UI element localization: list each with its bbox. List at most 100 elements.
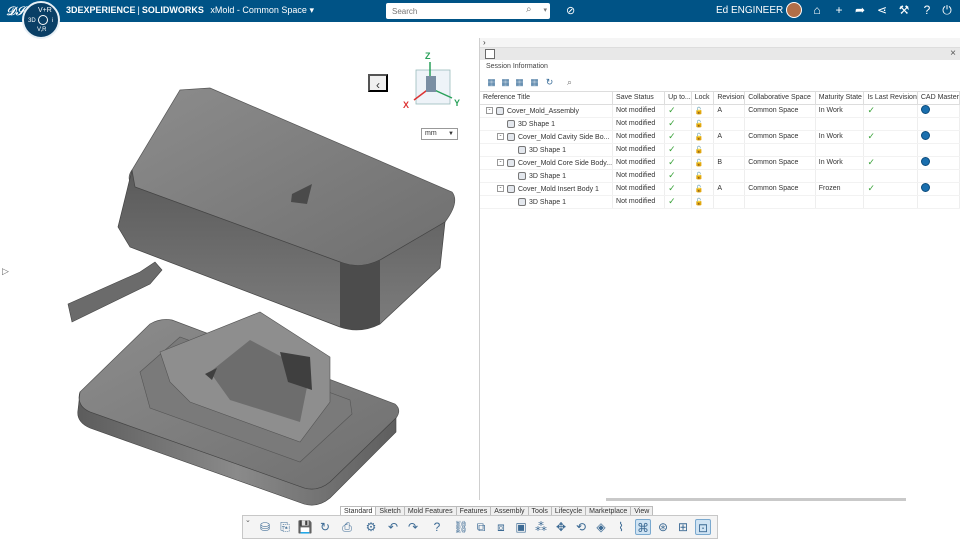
- search-icon[interactable]: ⌕: [526, 5, 536, 15]
- tree-toggle[interactable]: -: [486, 107, 493, 114]
- col-save-status[interactable]: Save Status: [612, 92, 666, 105]
- close-icon[interactable]: ×: [950, 48, 956, 59]
- col-lock[interactable]: Lock: [691, 92, 715, 105]
- search-dropdown-icon[interactable]: ▾: [543, 6, 547, 14]
- cell-is-last-revision: [863, 195, 918, 209]
- rotate-icon[interactable]: ⟲: [573, 519, 589, 535]
- collapse-panel-button[interactable]: ‹: [368, 74, 388, 92]
- undo-icon[interactable]: ↶: [385, 519, 401, 535]
- power-icon[interactable]: ⏻: [940, 3, 954, 17]
- bookmark-icon[interactable]: ⌂: [810, 3, 824, 17]
- app-title[interactable]: 3DEXPERIENCE | SOLIDWORKS xMold - Common S…: [66, 5, 314, 16]
- search-icon[interactable]: ⌕: [564, 77, 575, 88]
- table-row[interactable]: 3D Shape 1 Not modified ✓ 🔓: [480, 195, 960, 209]
- insert-component-icon[interactable]: ⧈: [493, 519, 509, 535]
- table-row[interactable]: 3D Shape 1 Not modified ✓ 🔓: [480, 143, 960, 157]
- assembly-icon[interactable]: ▣: [513, 519, 529, 535]
- cell-lock[interactable]: 🔓: [691, 156, 715, 170]
- tools-icon[interactable]: ⚒: [897, 3, 911, 17]
- 3d-viewport[interactable]: ‹ ▷ Z X Y mm ▼: [0, 22, 478, 514]
- part-icon: [507, 184, 515, 193]
- connect-icon[interactable]: ⊛: [655, 519, 671, 535]
- orientation-triad[interactable]: Z X Y: [400, 48, 464, 118]
- tree-toggle[interactable]: -: [497, 159, 504, 166]
- col-maturity-state[interactable]: Maturity State: [815, 92, 865, 105]
- play-icon[interactable]: [38, 15, 48, 25]
- cell-lock[interactable]: 🔓: [691, 182, 715, 196]
- attach-icon[interactable]: ⌇: [613, 519, 629, 535]
- open-icon[interactable]: ⎘: [277, 519, 293, 535]
- cell-title[interactable]: 3D Shape 1: [480, 117, 614, 131]
- tree-toggle[interactable]: -: [497, 185, 504, 192]
- compass[interactable]: V+R 3D i V,R: [22, 1, 60, 39]
- col-is-last-revision[interactable]: Is Last Revision: [863, 92, 918, 105]
- share-icon[interactable]: ➦: [853, 3, 867, 17]
- compass-right[interactable]: i: [52, 18, 53, 24]
- search-input[interactable]: [386, 3, 516, 19]
- refresh-icon[interactable]: ↻: [544, 77, 555, 88]
- col-reference-title[interactable]: Reference Title: [480, 92, 614, 105]
- cell-title[interactable]: 3D Shape 1: [480, 169, 614, 183]
- cell-lock[interactable]: 🔓: [691, 143, 715, 157]
- link-icon[interactable]: ⌘: [635, 519, 651, 535]
- explode-icon[interactable]: ⊞: [675, 519, 691, 535]
- compass-top[interactable]: V+R: [38, 7, 52, 14]
- table-row[interactable]: - Cover_Mold Insert Body 1 Not modified ✓ 🔓 A…: [480, 182, 960, 196]
- feature-icon[interactable]: ◈: [593, 519, 609, 535]
- panel-expander[interactable]: ›: [480, 38, 960, 48]
- cell-title[interactable]: - Cover_Mold_Assembly: [480, 104, 614, 118]
- tag-icon[interactable]: ⊘: [566, 4, 575, 17]
- compass-bottom[interactable]: V,R: [37, 27, 46, 33]
- tree-toggle[interactable]: -: [497, 133, 504, 140]
- cell-title[interactable]: 3D Shape 1: [480, 195, 614, 209]
- rebuild-icon[interactable]: ↻: [317, 519, 333, 535]
- cell-lock[interactable]: 🔓: [691, 117, 715, 131]
- pattern-icon[interactable]: ⁂: [533, 519, 549, 535]
- col-cad-master[interactable]: CAD Master: [917, 92, 960, 105]
- data-management-icon[interactable]: ⛁: [257, 519, 273, 535]
- compass-left[interactable]: 3D: [28, 18, 36, 24]
- options-icon[interactable]: ⚙: [363, 519, 379, 535]
- avatar[interactable]: [786, 2, 802, 18]
- save-all-icon[interactable]: ▦: [486, 77, 497, 88]
- col-collaborative-space[interactable]: Collaborative Space: [744, 92, 816, 105]
- cell-title[interactable]: - Cover_Mold Cavity Side Bo...: [480, 130, 614, 144]
- network-icon[interactable]: ⋖: [875, 3, 889, 17]
- unit-select[interactable]: mm ▼: [421, 128, 458, 140]
- cell-lock[interactable]: 🔓: [691, 104, 715, 118]
- save-icon[interactable]: ▦: [500, 77, 511, 88]
- col-up-to-date[interactable]: Up to...: [664, 92, 692, 105]
- revision-icon[interactable]: ▦: [514, 77, 525, 88]
- cell-collaborative-space: Common Space: [744, 104, 816, 118]
- mate-icon[interactable]: ⛓: [453, 519, 469, 535]
- table-row[interactable]: - Cover_Mold_Assembly Not modified ✓ 🔓 A Commo…: [480, 104, 960, 118]
- add-icon[interactable]: +: [832, 3, 846, 17]
- table-row[interactable]: 3D Shape 1 Not modified ✓ 🔓: [480, 117, 960, 131]
- cell-lock[interactable]: 🔓: [691, 169, 715, 183]
- search-box[interactable]: ⌕ ▾: [386, 3, 550, 19]
- redo-icon[interactable]: ↷: [405, 519, 421, 535]
- chevron-down-icon[interactable]: ⌄: [245, 516, 251, 524]
- col-revision[interactable]: Revision: [713, 92, 746, 105]
- cell-title[interactable]: 3D Shape 1: [480, 143, 614, 157]
- cell-lock[interactable]: 🔓: [691, 195, 715, 209]
- check-icon: ✓: [668, 144, 676, 154]
- cell-title[interactable]: - Cover_Mold Insert Body 1: [480, 182, 614, 196]
- cell-title[interactable]: - Cover_Mold Core Side Body...: [480, 156, 614, 170]
- session-info-icon[interactable]: ⊡: [695, 519, 711, 535]
- table-row[interactable]: - Cover_Mold Cavity Side Bo... Not modifie…: [480, 130, 960, 144]
- save-icon[interactable]: 💾: [297, 519, 313, 535]
- chevron-down-icon[interactable]: ▾: [309, 5, 314, 15]
- lock-icon[interactable]: ▦: [529, 77, 540, 88]
- table-row[interactable]: 3D Shape 1 Not modified ✓ 🔓: [480, 169, 960, 183]
- username[interactable]: Ed ENGINEER: [716, 5, 783, 16]
- help-icon[interactable]: ?: [920, 3, 934, 17]
- side-expand-icon[interactable]: ▷: [2, 266, 9, 277]
- horizontal-scrollbar[interactable]: [606, 498, 906, 501]
- move-icon[interactable]: ✥: [553, 519, 569, 535]
- cell-lock[interactable]: 🔓: [691, 130, 715, 144]
- print-icon[interactable]: ⎙: [339, 519, 355, 535]
- table-row[interactable]: - Cover_Mold Core Side Body... Not modifie…: [480, 156, 960, 170]
- help-icon[interactable]: ?: [429, 519, 445, 535]
- component-icon[interactable]: ⧉: [473, 519, 489, 535]
